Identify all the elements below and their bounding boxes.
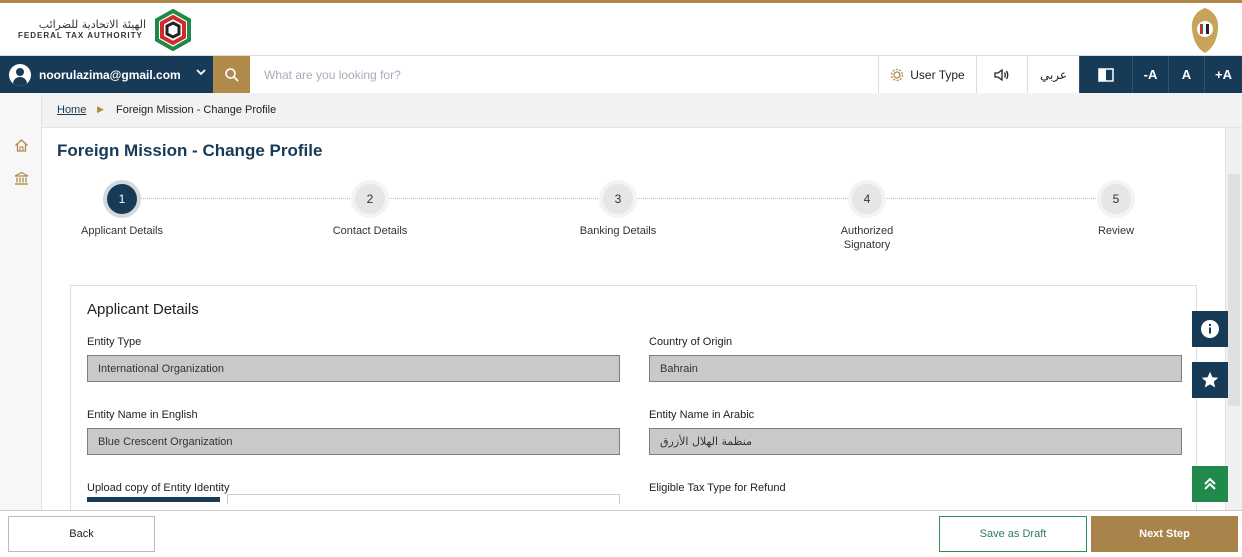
step-review[interactable]: 5 Review (1051, 180, 1181, 238)
search-input[interactable] (250, 56, 878, 93)
user-menu[interactable]: noorulazima@gmail.com (0, 56, 213, 93)
audio-button[interactable] (976, 56, 1027, 93)
step-authorized-signatory[interactable]: 4 Authorized Signatory (802, 180, 932, 252)
speaker-icon (994, 68, 1009, 81)
step-label: Contact Details (332, 225, 408, 237)
step-number: 1 (103, 180, 141, 218)
sidebar-item-home[interactable] (0, 138, 42, 153)
gear-icon (891, 68, 904, 81)
entity-name-english-label: Entity Name in English (87, 409, 198, 421)
font-increase-button[interactable]: +A (1204, 56, 1242, 93)
section-title: Applicant Details (87, 301, 199, 318)
entity-name-arabic-field: منظمة الهلال الأزرق (649, 428, 1182, 455)
logo-english-text: FEDERAL TAX AUTHORITY (18, 31, 143, 40)
contrast-button[interactable] (1079, 56, 1132, 93)
next-step-button[interactable]: Next Step (1091, 516, 1238, 552)
entity-type-label: Entity Type (87, 336, 142, 348)
step-number: 3 (599, 180, 637, 218)
font-decrease-button[interactable]: -A (1132, 56, 1168, 93)
scroll-top-button[interactable] (1192, 466, 1228, 502)
contrast-icon (1098, 67, 1114, 82)
user-avatar-icon (9, 63, 31, 86)
progress-stepper: 1 Applicant Details 2 Contact Details 3 … (57, 180, 1197, 260)
upload-entity-identity-label: Upload copy of Entity Identity (87, 482, 230, 494)
fta-logo-icon (155, 8, 191, 52)
breadcrumb-current: Foreign Mission - Change Profile (116, 104, 277, 116)
form-footer: Back Save as Draft Next Step (0, 510, 1242, 557)
info-button[interactable] (1192, 311, 1228, 347)
step-label: Banking Details (579, 225, 657, 237)
step-number: 4 (848, 180, 886, 218)
font-reset-button[interactable]: A (1168, 56, 1204, 93)
top-navbar: noorulazima@gmail.com User Type عربي -A … (0, 56, 1242, 93)
user-type-label: User Type (910, 67, 965, 82)
step-label: Applicant Details (81, 225, 163, 237)
step-number: 2 (351, 180, 389, 218)
favorite-button[interactable] (1192, 362, 1228, 398)
entity-name-arabic-label: Entity Name in Arabic (649, 409, 755, 421)
country-of-origin-field: Bahrain (649, 355, 1182, 382)
country-of-origin-label: Country of Origin (649, 336, 733, 348)
site-header: الهيئة الاتحادية للضرائب FEDERAL TAX AUT… (0, 3, 1242, 56)
user-email: noorulazima@gmail.com (39, 67, 181, 82)
entity-name-english-field: Blue Crescent Organization (87, 428, 620, 455)
breadcrumb-home-link[interactable]: Home (57, 104, 86, 116)
step-contact-details[interactable]: 2 Contact Details (305, 180, 435, 238)
chevron-down-icon (195, 66, 207, 81)
applicant-details-panel: Applicant Details Entity Type Internatio… (70, 285, 1197, 510)
eligible-tax-type-label: Eligible Tax Type for Refund (649, 482, 786, 494)
step-label: Review (1097, 225, 1135, 237)
breadcrumb-separator-icon: ▶ (97, 104, 104, 114)
save-draft-button[interactable]: Save as Draft (939, 516, 1087, 552)
user-type-button[interactable]: User Type (878, 56, 976, 93)
step-applicant-details[interactable]: 1 Applicant Details (57, 180, 187, 238)
home-icon (14, 139, 28, 152)
left-sidebar (0, 93, 42, 510)
upload-file-field[interactable] (227, 494, 620, 504)
step-banking-details[interactable]: 3 Banking Details (553, 180, 683, 238)
scrollbar-thumb[interactable] (1228, 174, 1240, 406)
step-number: 5 (1097, 180, 1135, 218)
breadcrumb: Home ▶ Foreign Mission - Change Profile (0, 93, 1242, 128)
search-icon (224, 67, 239, 82)
uae-emblem-icon (1191, 8, 1219, 53)
scroll-top-icon (1204, 477, 1216, 490)
sidebar-item-bank[interactable] (0, 171, 42, 186)
page-title: Foreign Mission - Change Profile (57, 141, 323, 160)
language-toggle[interactable]: عربي (1027, 56, 1079, 93)
info-icon (1201, 320, 1219, 338)
upload-button[interactable] (87, 497, 220, 502)
bank-icon (14, 171, 28, 185)
search-button[interactable] (213, 56, 250, 93)
entity-type-field: International Organization (87, 355, 620, 382)
back-button[interactable]: Back (8, 516, 155, 552)
star-icon (1201, 371, 1219, 388)
logo-arabic-text: الهيئة الاتحادية للضرائب (38, 18, 146, 31)
step-label: Authorized Signatory (840, 225, 894, 251)
